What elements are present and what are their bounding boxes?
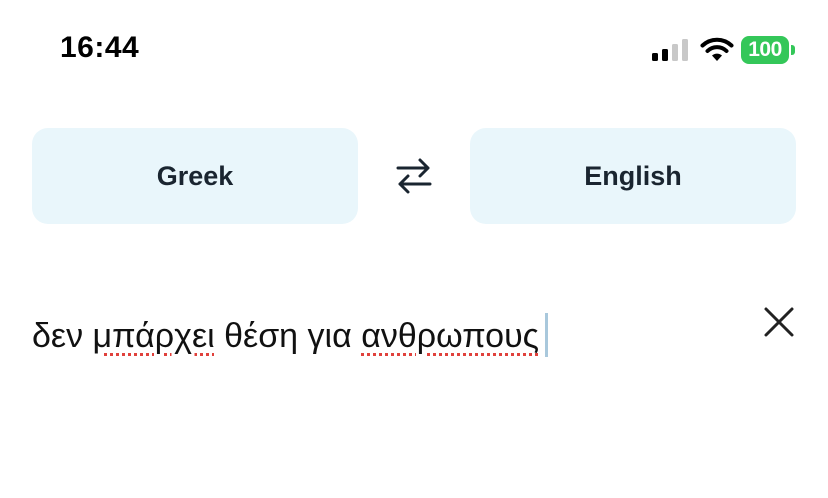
input-word-misspelled[interactable]: μπάρχει — [93, 317, 215, 355]
battery-cap — [791, 45, 795, 55]
status-time: 16:44 — [60, 31, 140, 64]
target-language-label: English — [584, 160, 682, 191]
translator-screen: 16:44 100 Greek English δεν μπάρχει θέση… — [0, 0, 828, 498]
cellular-signal-icon — [652, 39, 688, 61]
battery-indicator: 100 — [741, 36, 797, 64]
source-text-input[interactable]: δεν μπάρχει θέση για ανθρωπους — [32, 305, 796, 369]
source-language-label: Greek — [156, 160, 234, 191]
input-word: δεν — [32, 317, 84, 355]
input-word-misspelled[interactable]: ανθρωπους — [361, 317, 539, 355]
status-bar: 16:44 100 — [0, 0, 828, 100]
source-text[interactable]: δεν μπάρχει θέση για ανθρωπους — [32, 313, 549, 357]
text-caret — [545, 313, 549, 357]
source-language-button[interactable]: Greek — [32, 128, 358, 224]
wifi-icon — [700, 37, 734, 61]
input-word: θέση — [224, 317, 299, 355]
target-language-button[interactable]: English — [470, 128, 796, 224]
swap-arrows-icon[interactable] — [392, 154, 436, 198]
battery-level: 100 — [741, 36, 789, 64]
close-icon[interactable] — [762, 305, 796, 339]
input-word: για — [307, 317, 352, 355]
